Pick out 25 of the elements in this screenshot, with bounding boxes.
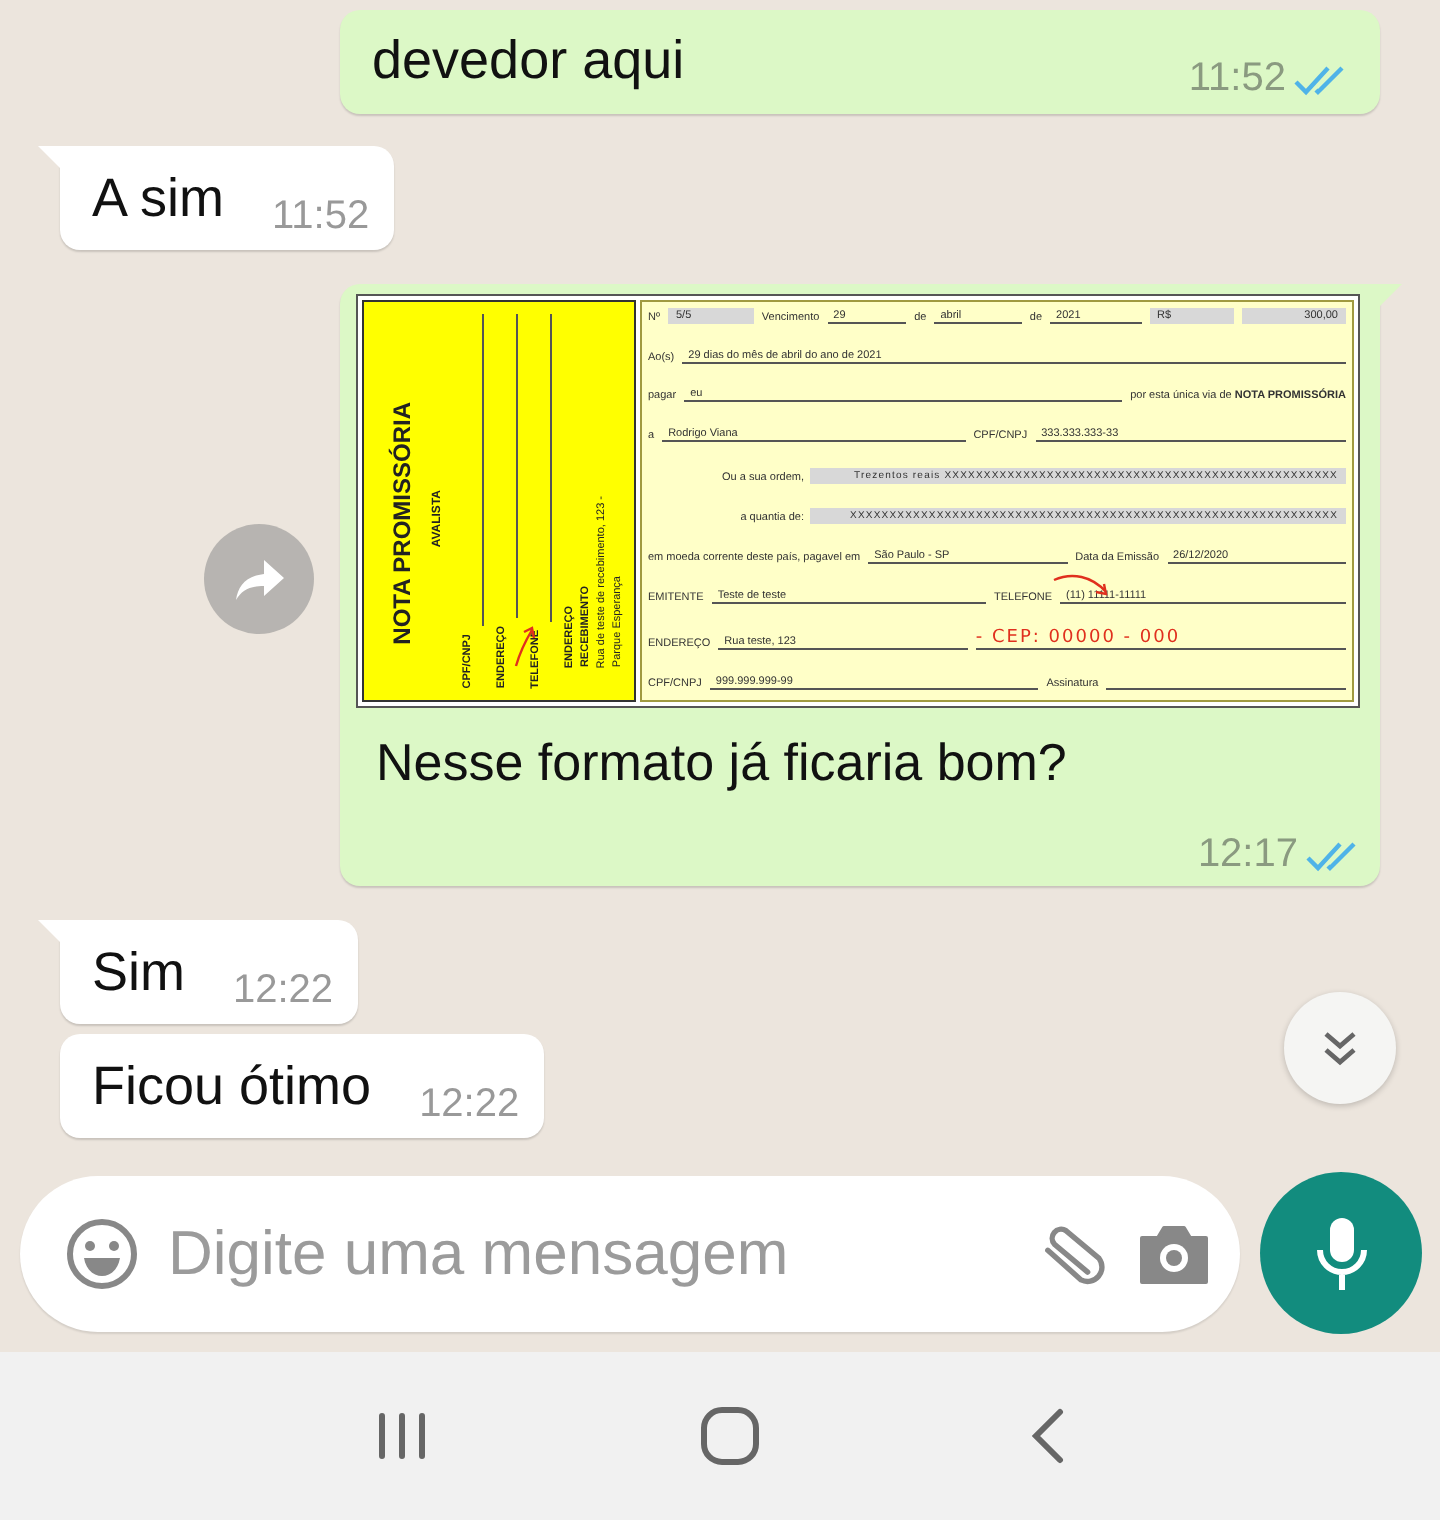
microphone-icon	[1313, 1213, 1369, 1293]
home-button[interactable]	[699, 1406, 760, 1466]
message-time: 12:22	[419, 1082, 520, 1128]
emoji-button[interactable]	[64, 1215, 140, 1291]
message-text: Ficou ótimo	[92, 1054, 372, 1120]
message-time: 12:17	[1197, 832, 1298, 878]
back-icon	[1029, 1408, 1066, 1464]
message-field[interactable]: Digite uma mensagem	[20, 1175, 1240, 1331]
share-arrow-icon	[233, 557, 285, 601]
message-time: 11:52	[1188, 56, 1286, 102]
message-text: Nesse formato já ficaria bom?	[374, 730, 1069, 796]
message-time: 11:52	[272, 194, 370, 240]
message-text: A sim	[92, 166, 225, 232]
smiley-icon	[64, 1215, 140, 1291]
message-time: 12:22	[233, 968, 334, 1014]
home-icon	[699, 1406, 760, 1466]
scroll-down-button[interactable]	[1284, 992, 1396, 1104]
message-text: devedor aqui	[372, 28, 685, 94]
handwritten-note: - CEP: 00000 - 000	[975, 628, 1347, 651]
recent-apps-button[interactable]	[374, 1412, 431, 1460]
back-button[interactable]	[1029, 1408, 1066, 1464]
message-input[interactable]: Digite uma mensagem	[168, 1217, 1004, 1289]
recent-apps-icon	[374, 1412, 431, 1460]
message-text: Sim	[92, 940, 185, 1006]
stub-title: NOTA PROMISSÓRIA	[387, 401, 415, 644]
